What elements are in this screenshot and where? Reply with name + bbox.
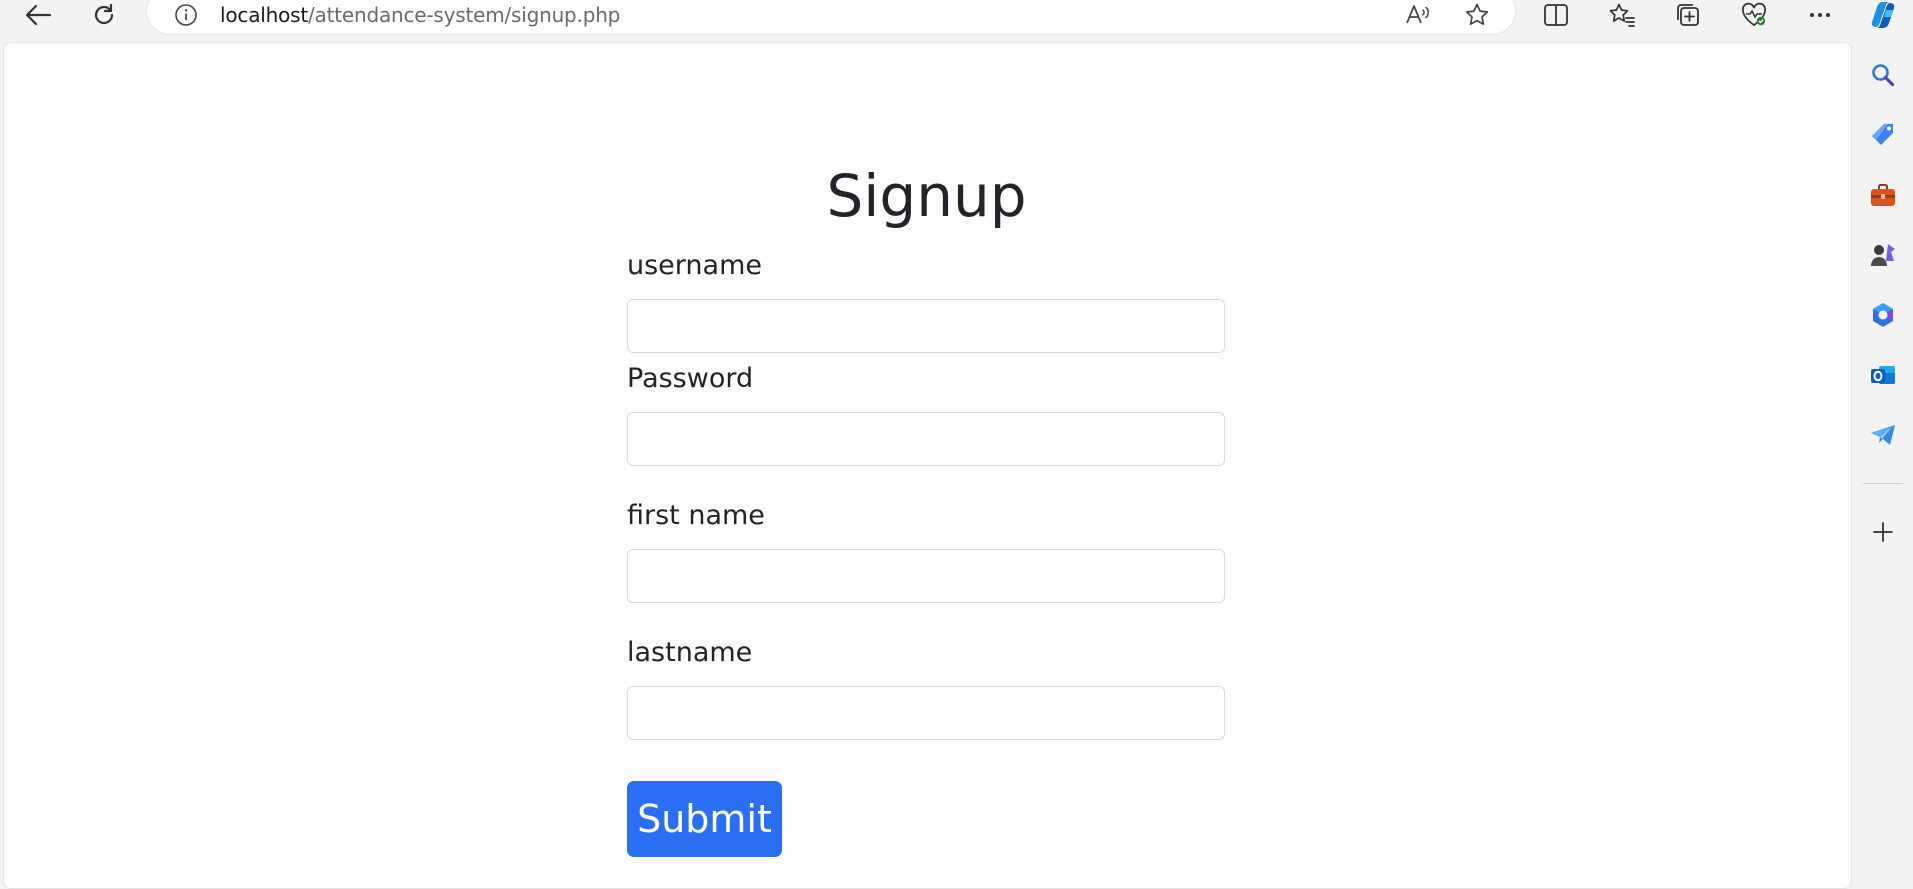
games-icon[interactable] xyxy=(1867,239,1899,271)
telegram-icon[interactable] xyxy=(1867,419,1899,451)
copilot-icon[interactable] xyxy=(1865,0,1901,30)
page-title: Signup xyxy=(826,162,1027,230)
browser-sidebar xyxy=(1853,40,1913,879)
search-icon[interactable] xyxy=(1867,59,1899,91)
refresh-icon[interactable] xyxy=(86,0,122,30)
more-icon[interactable] xyxy=(1802,0,1838,30)
back-icon[interactable] xyxy=(20,0,56,30)
info-icon[interactable] xyxy=(171,0,201,30)
split-screen-icon[interactable] xyxy=(1538,0,1574,30)
tools-icon[interactable] xyxy=(1867,179,1899,211)
username-field[interactable] xyxy=(627,299,1225,353)
first-name-label: first name xyxy=(627,500,765,531)
browser-toolbar: localhost/attendance-system/signup.php xyxy=(0,0,1913,40)
url-path: /attendance-system/signup.php xyxy=(307,3,621,27)
collections-icon[interactable] xyxy=(1670,0,1706,30)
favorites-icon[interactable] xyxy=(1604,0,1640,30)
first-name-field[interactable] xyxy=(627,549,1225,603)
lastname-field[interactable] xyxy=(627,686,1225,740)
address-bar[interactable]: localhost/attendance-system/signup.php xyxy=(147,0,1515,34)
microsoft-365-icon[interactable] xyxy=(1867,299,1899,331)
sidebar-divider xyxy=(1863,483,1903,484)
lastname-label: lastname xyxy=(627,637,753,668)
submit-button[interactable]: Submit xyxy=(627,781,782,857)
password-label: Password xyxy=(627,363,754,394)
favorite-star-icon[interactable] xyxy=(1460,0,1494,30)
username-label: username xyxy=(627,250,762,281)
read-aloud-icon[interactable] xyxy=(1401,0,1435,30)
url-text[interactable]: localhost/attendance-system/signup.php xyxy=(220,1,620,29)
url-host: localhost xyxy=(220,3,308,27)
add-icon[interactable] xyxy=(1867,516,1899,548)
shopping-tag-icon[interactable] xyxy=(1867,119,1899,151)
browser-essentials-icon[interactable] xyxy=(1736,0,1772,30)
password-field[interactable] xyxy=(627,412,1225,466)
outlook-icon[interactable] xyxy=(1867,359,1899,391)
